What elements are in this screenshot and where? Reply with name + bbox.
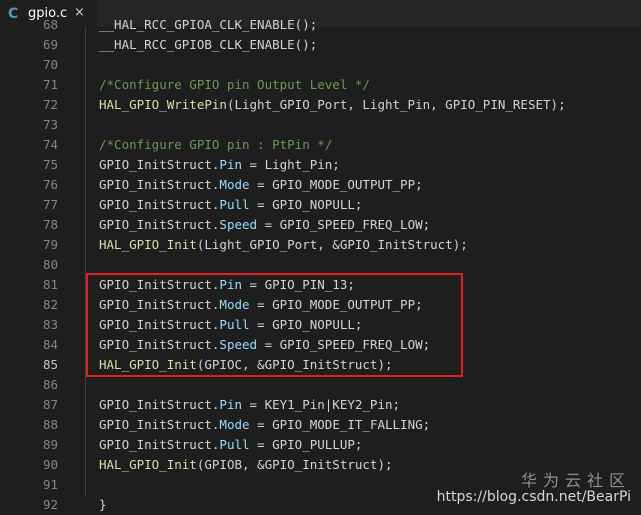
- code-token: }: [99, 497, 107, 512]
- code-token: GPIO_InitStruct.: [99, 397, 220, 412]
- line-number: 68: [42, 17, 58, 32]
- code-line[interactable]: 88 GPIO_InitStruct.Mode = GPIO_MODE_IT_FA…: [0, 415, 641, 435]
- code-line[interactable]: 80: [0, 255, 641, 275]
- code-text: GPIO_InitStruct.Pin = Light_Pin;: [99, 155, 340, 175]
- code-token: HAL_GPIO_WritePin: [99, 97, 227, 112]
- line-number: 80: [42, 257, 58, 272]
- code-token: = Light_Pin;: [242, 157, 340, 172]
- code-line[interactable]: 76 GPIO_InitStruct.Mode = GPIO_MODE_OUTPU…: [0, 175, 641, 195]
- line-number: 81: [42, 277, 58, 292]
- line-number: 70: [42, 57, 58, 72]
- watermark: 华为云社区 https://blog.csdn.net/BearPi: [436, 471, 631, 506]
- code-token: /*Configure GPIO pin Output Level */: [99, 77, 370, 92]
- code-token: = KEY1_Pin|KEY2_Pin;: [242, 397, 401, 412]
- code-text: GPIO_InitStruct.Speed = GPIO_SPEED_FREQ_…: [99, 215, 430, 235]
- code-token: Pin: [219, 157, 242, 172]
- code-text: GPIO_InitStruct.Pull = GPIO_NOPULL;: [99, 195, 362, 215]
- code-token: __HAL_RCC_GPIOB_CLK_ENABLE();: [99, 37, 318, 52]
- line-number: 69: [42, 37, 58, 52]
- line-number: 71: [42, 77, 58, 92]
- editor-window: C gpio.c × 68 __HAL_RCC_GPIOA_CLK_ENABLE(…: [0, 0, 641, 515]
- code-line[interactable]: 79 HAL_GPIO_Init(Light_GPIO_Port, &GPIO_I…: [0, 235, 641, 255]
- code-line[interactable]: 69 __HAL_RCC_GPIOB_CLK_ENABLE();: [0, 35, 641, 55]
- code-text: HAL_GPIO_WritePin(Light_GPIO_Port, Light…: [99, 95, 566, 115]
- code-line[interactable]: 77 GPIO_InitStruct.Pull = GPIO_NOPULL;: [0, 195, 641, 215]
- code-line[interactable]: 75 GPIO_InitStruct.Pin = Light_Pin;: [0, 155, 641, 175]
- line-number: 72: [42, 97, 58, 112]
- code-token: GPIO_InitStruct.: [99, 177, 220, 192]
- code-line[interactable]: 74 /*Configure GPIO pin : PtPin */: [0, 135, 641, 155]
- code-text: HAL_GPIO_Init(Light_GPIO_Port, &GPIO_Ini…: [99, 235, 468, 255]
- code-editor[interactable]: 68 __HAL_RCC_GPIOA_CLK_ENABLE(); 69 __HAL_R…: [0, 17, 641, 515]
- line-number: 91: [42, 477, 58, 492]
- code-token: /*Configure GPIO pin : PtPin */: [99, 137, 333, 152]
- code-text: /*Configure GPIO pin Output Level */: [99, 75, 370, 95]
- code-token: (Light_GPIO_Port, &GPIO_InitStruct);: [196, 237, 468, 252]
- code-text: GPIO_InitStruct.Mode = GPIO_MODE_OUTPUT_…: [99, 175, 423, 195]
- line-number: 87: [42, 397, 58, 412]
- line-number: 84: [42, 337, 58, 352]
- code-token: GPIO_InitStruct.: [99, 217, 220, 232]
- code-token: GPIO_InitStruct.: [99, 197, 220, 212]
- code-token: Pull: [219, 197, 250, 212]
- code-token: __HAL_RCC_GPIOA_CLK_ENABLE();: [99, 17, 318, 32]
- line-number: 75: [42, 157, 58, 172]
- code-line[interactable]: 73: [0, 115, 641, 135]
- code-text: __HAL_RCC_GPIOA_CLK_ENABLE();: [99, 15, 317, 35]
- code-token: = GPIO_MODE_IT_FALLING;: [249, 417, 431, 432]
- line-number: 73: [42, 117, 58, 132]
- line-number: 83: [42, 317, 58, 332]
- code-token: GPIO_InitStruct.: [99, 437, 220, 452]
- code-token: Pull: [219, 437, 250, 452]
- code-line[interactable]: 87 GPIO_InitStruct.Pin = KEY1_Pin|KEY2_Pi…: [0, 395, 641, 415]
- watermark-url: https://blog.csdn.net/BearPi: [436, 489, 631, 505]
- code-token: HAL_GPIO_Init: [99, 457, 197, 472]
- code-token: GPIO_InitStruct.: [99, 157, 220, 172]
- code-token: Pin: [219, 397, 242, 412]
- code-line[interactable]: 89 GPIO_InitStruct.Pull = GPIO_PULLUP;: [0, 435, 641, 455]
- code-line[interactable]: 72 HAL_GPIO_WritePin(Light_GPIO_Port, Lig…: [0, 95, 641, 115]
- line-number: 86: [42, 377, 58, 392]
- code-text: __HAL_RCC_GPIOB_CLK_ENABLE();: [99, 35, 317, 55]
- code-token: Mode: [219, 177, 250, 192]
- line-number: 78: [42, 217, 58, 232]
- code-token: = GPIO_PULLUP;: [249, 437, 363, 452]
- line-number: 90: [42, 457, 58, 472]
- highlight-annotation: [86, 273, 463, 377]
- code-token: = GPIO_MODE_OUTPUT_PP;: [249, 177, 423, 192]
- line-number: 76: [42, 177, 58, 192]
- code-text: /*Configure GPIO pin : PtPin */: [99, 135, 332, 155]
- line-number: 85: [42, 357, 58, 372]
- code-token: Speed: [219, 217, 258, 232]
- code-text: }: [99, 495, 107, 515]
- code-text: GPIO_InitStruct.Mode = GPIO_MODE_IT_FALL…: [99, 415, 430, 435]
- code-text: GPIO_InitStruct.Pull = GPIO_PULLUP;: [99, 435, 362, 455]
- code-token: GPIO_InitStruct.: [99, 417, 220, 432]
- code-token: Mode: [219, 417, 250, 432]
- line-number: 82: [42, 297, 58, 312]
- code-token: = GPIO_SPEED_FREQ_LOW;: [257, 217, 431, 232]
- line-number: 74: [42, 137, 58, 152]
- line-number: 77: [42, 197, 58, 212]
- code-token: = GPIO_NOPULL;: [249, 197, 363, 212]
- code-line[interactable]: 78 GPIO_InitStruct.Speed = GPIO_SPEED_FRE…: [0, 215, 641, 235]
- code-token: HAL_GPIO_Init: [99, 237, 197, 252]
- code-line[interactable]: 68 __HAL_RCC_GPIOA_CLK_ENABLE();: [0, 15, 641, 35]
- line-number: 89: [42, 437, 58, 452]
- code-line[interactable]: 70: [0, 55, 641, 75]
- code-token: (Light_GPIO_Port, Light_Pin, GPIO_PIN_RE…: [226, 97, 566, 112]
- code-token: (GPIOB, &GPIO_InitStruct);: [196, 457, 393, 472]
- code-text: GPIO_InitStruct.Pin = KEY1_Pin|KEY2_Pin;: [99, 395, 400, 415]
- code-line[interactable]: 71 /*Configure GPIO pin Output Level */: [0, 75, 641, 95]
- line-number: 92: [42, 497, 58, 512]
- line-number: 88: [42, 417, 58, 432]
- watermark-cn: 华为云社区: [520, 471, 631, 490]
- line-number: 79: [42, 237, 58, 252]
- code-line[interactable]: 86: [0, 375, 641, 395]
- code-text: HAL_GPIO_Init(GPIOB, &GPIO_InitStruct);: [99, 455, 393, 475]
